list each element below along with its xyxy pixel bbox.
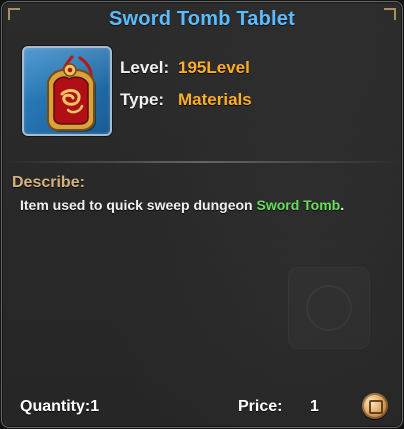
tooltip-title: Sword Tomb Tablet (109, 8, 295, 30)
quantity-label: Quantity: (20, 398, 91, 415)
level-label: Level: (120, 58, 170, 77)
describe-text: Item used to quick sweep dungeon Sword T… (20, 197, 400, 213)
describe-text-prefix: Item used to quick sweep dungeon (20, 197, 257, 213)
describe-text-suffix: . (340, 197, 345, 213)
type-value: Materials (178, 90, 252, 109)
background-watermark (288, 267, 370, 349)
sword-tomb-tablet-icon (47, 55, 96, 132)
level-value: 195Level (178, 58, 250, 77)
item-icon-box (22, 46, 112, 136)
item-tooltip-panel: Sword Tomb Tablet Level: 195Level Type: … (1, 1, 403, 428)
price-label: Price: (238, 398, 283, 415)
price-value: 1 (310, 398, 319, 415)
describe-highlight: Sword Tomb (256, 197, 341, 213)
describe-label: Describe: (12, 174, 85, 191)
coin-icon (362, 393, 388, 419)
quantity-value: 1 (90, 398, 100, 415)
section-divider (2, 161, 402, 163)
quantity: Quantity:1 (20, 398, 99, 416)
type-label: Type: (120, 90, 165, 109)
